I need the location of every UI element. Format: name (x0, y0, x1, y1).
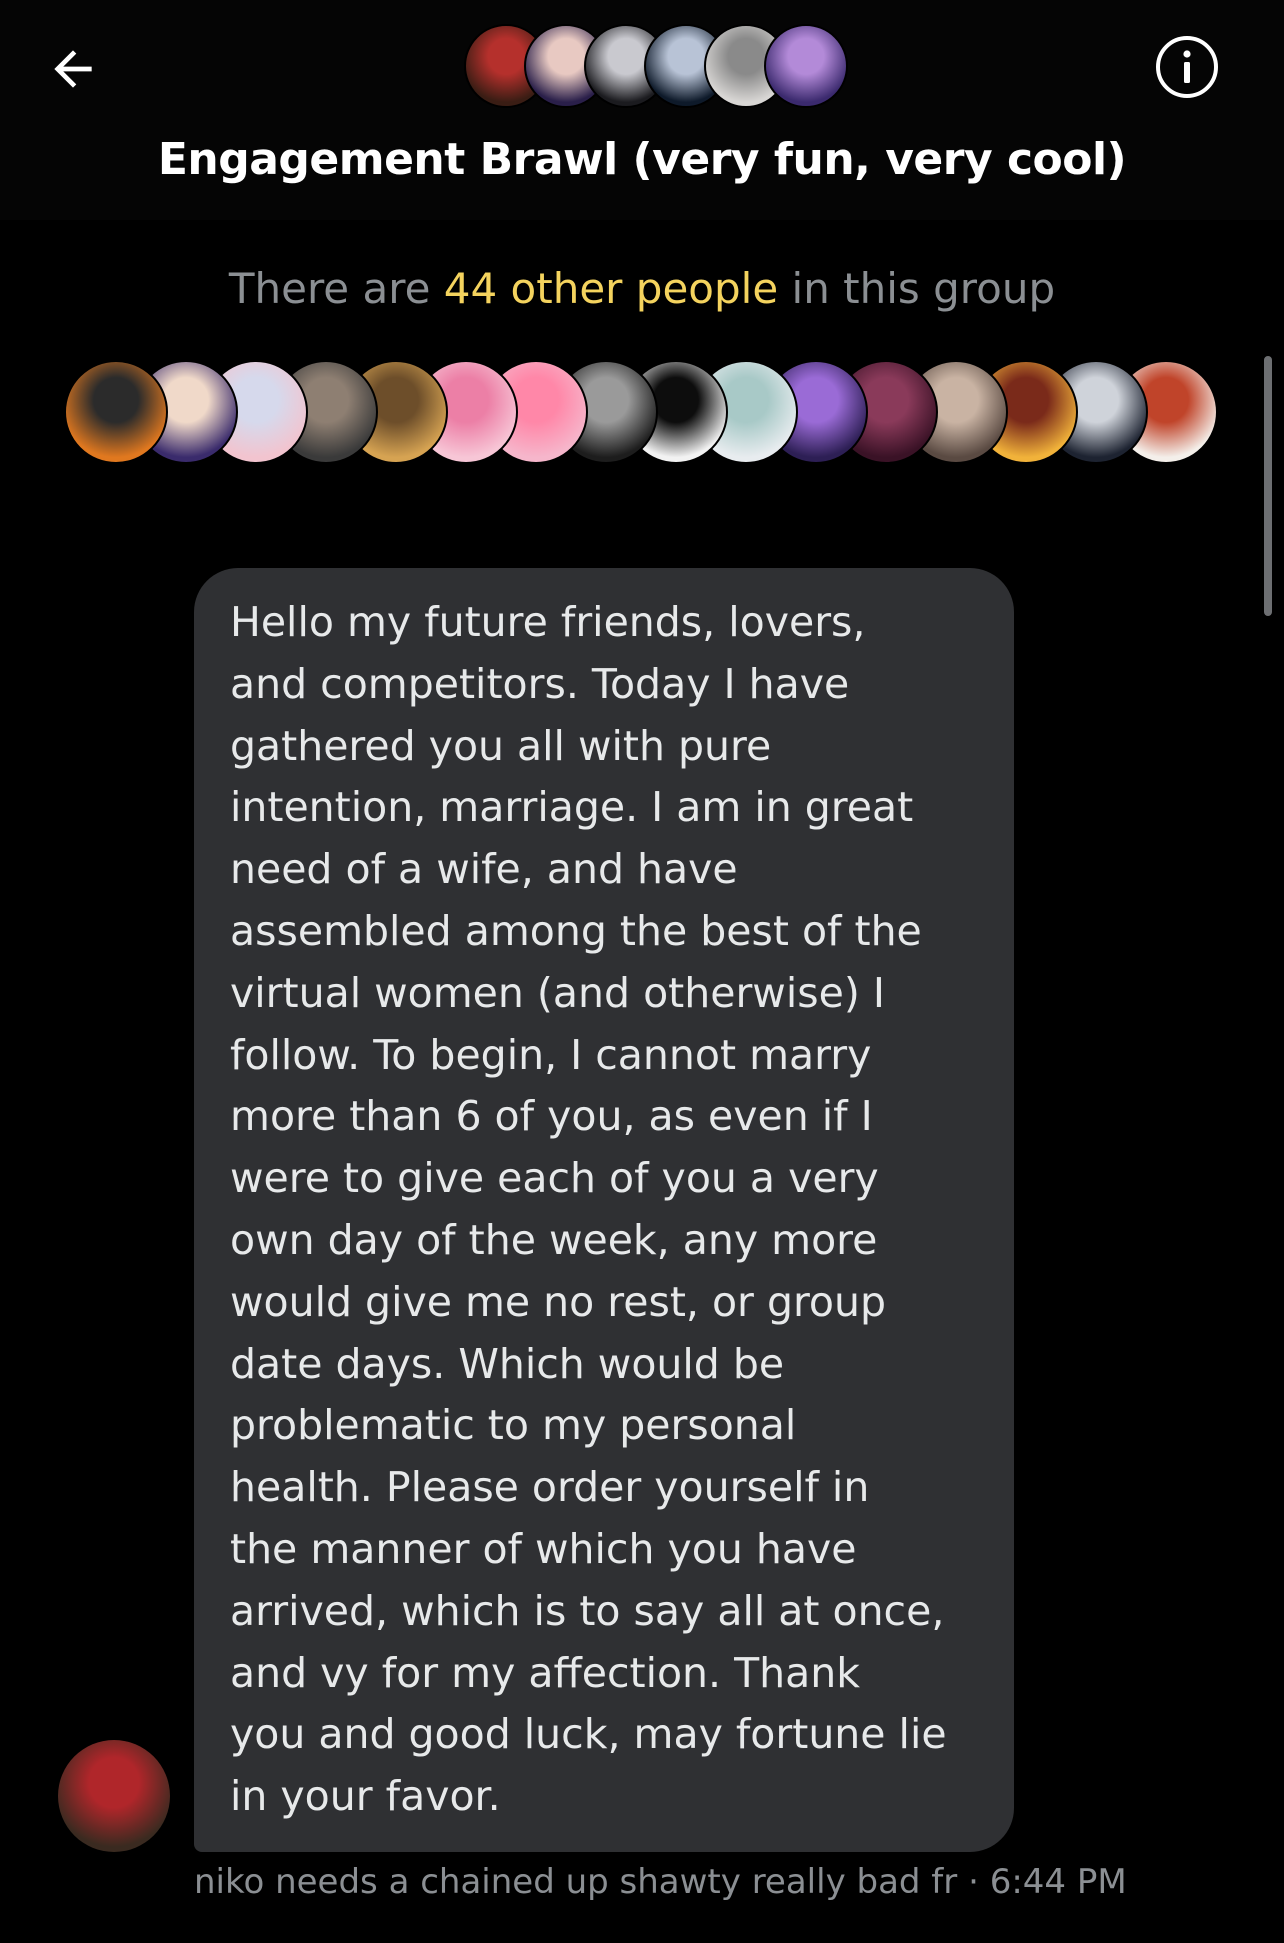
member-count-prefix: There are (228, 264, 444, 313)
conversation-header: Engagement Brawl (very fun, very cool) (0, 0, 1284, 220)
info-button[interactable] (1152, 32, 1222, 102)
sender-avatar[interactable] (58, 1740, 170, 1852)
info-circle-icon (1156, 36, 1218, 98)
member-count-link[interactable]: 44 other people (444, 264, 778, 313)
sender-name[interactable]: niko needs a chained up shawty really ba… (194, 1862, 957, 1902)
message-text: Hello my future friends, lovers, and com… (230, 598, 947, 1821)
scrollbar[interactable] (1264, 356, 1272, 616)
group-title: Engagement Brawl (very fun, very cool) (157, 134, 1127, 185)
arrow-left-icon (54, 50, 92, 88)
message-bubble[interactable]: Hello my future friends, lovers, and com… (194, 568, 1014, 1852)
message-meta: niko needs a chained up shawty really ba… (194, 1862, 1127, 1902)
message-time: 6:44 PM (989, 1862, 1127, 1902)
back-button[interactable] (40, 36, 106, 102)
member-avatar[interactable] (64, 360, 168, 464)
member-count: There are 44 other people in this group (0, 264, 1284, 313)
member-avatar-row[interactable] (64, 360, 1218, 464)
meta-separator: · (957, 1862, 990, 1902)
group-avatar-stack[interactable] (464, 24, 848, 108)
group-avatar (764, 24, 848, 108)
member-count-suffix: in this group (778, 264, 1056, 313)
